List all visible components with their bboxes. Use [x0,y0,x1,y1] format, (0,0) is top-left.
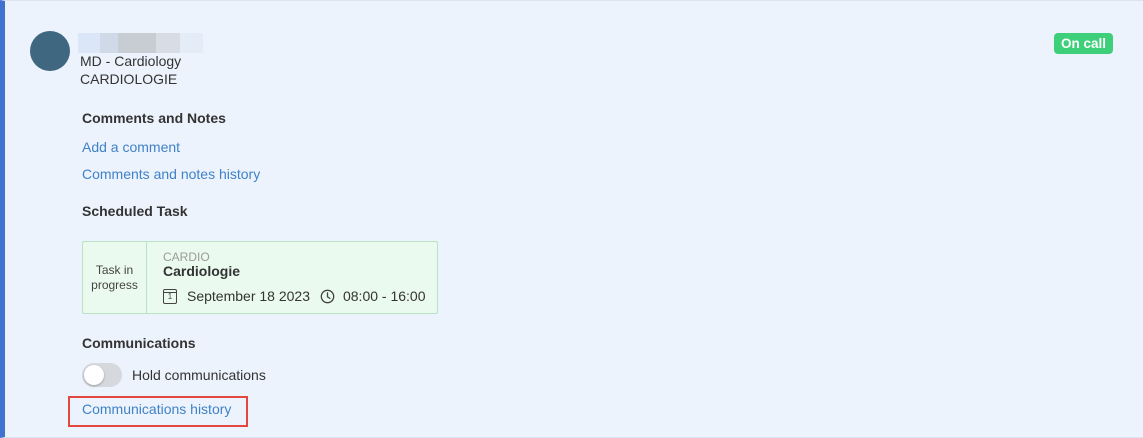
avatar [30,31,70,71]
physician-title: MD - Cardiology [80,53,182,69]
task-name: Cardiologie [163,263,241,279]
task-time: 08:00 - 16:00 [342,288,426,304]
toggle-knob [84,365,104,385]
task-status: Task in progress [83,242,147,313]
physician-card: MD - Cardiology CARDIOLOGIE On call Comm… [0,0,1143,438]
clock-icon [320,289,335,304]
redacted-name [78,33,203,53]
task-code: CARDIO [163,250,210,264]
scheduled-task-section-title: Scheduled Task [82,203,188,219]
task-details: CARDIO Cardiologie 1 September 18 2023 0… [147,242,437,313]
task-card[interactable]: Task in progress CARDIO Cardiologie 1 Se… [82,241,438,314]
task-date: September 18 2023 [187,288,310,304]
highlight-box [68,396,248,427]
task-schedule: 1 September 18 2023 08:00 - 16:00 [163,288,426,304]
status-badge: On call [1054,33,1113,54]
comments-section-title: Comments and Notes [82,110,226,126]
calendar-icon: 1 [163,288,177,304]
comments-history-link[interactable]: Comments and notes history [82,166,260,182]
hold-communications-toggle[interactable] [82,363,122,387]
communications-section-title: Communications [82,335,196,351]
add-comment-link[interactable]: Add a comment [82,139,180,155]
hold-communications-label: Hold communications [132,367,266,383]
physician-department: CARDIOLOGIE [80,71,178,87]
